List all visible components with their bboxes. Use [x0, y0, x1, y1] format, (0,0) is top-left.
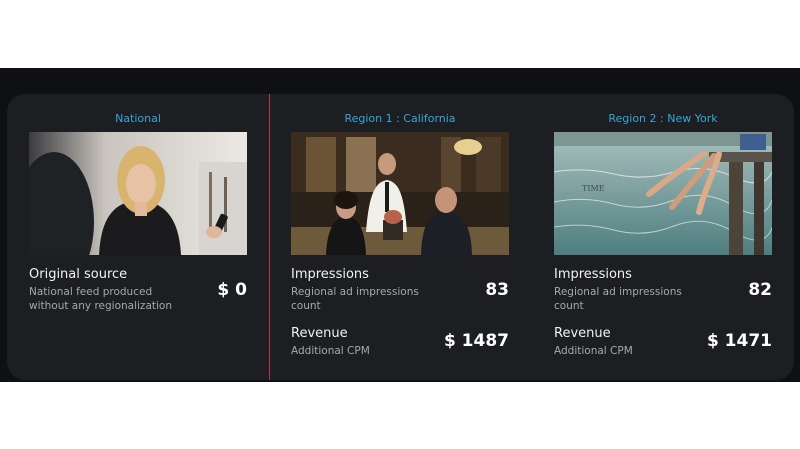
region-2-video-thumbnail[interactable]: TIME	[554, 132, 772, 255]
region-2-title: Region 2 : New York	[608, 112, 718, 125]
original-source-description: National feed produced without any regio…	[29, 286, 172, 312]
region-1-revenue-label: Revenue	[291, 326, 348, 341]
region-2-impressions-description: Regional ad impressions count	[554, 286, 682, 312]
national-title: National	[115, 112, 161, 125]
column-divider	[269, 94, 270, 380]
woman-with-phone-image	[29, 132, 247, 255]
region-1-impressions-description: Regional ad impressions count	[291, 286, 419, 312]
original-source-value: $ 0	[217, 280, 247, 300]
region-2-revenue-description: Additional CPM	[554, 345, 633, 357]
region-1-impressions-label: Impressions	[291, 267, 369, 282]
region-1-revenue-value: $ 1487	[443, 331, 509, 351]
region-1-impressions-value: 83	[485, 280, 509, 300]
region-1-title: Region 1 : California	[344, 112, 456, 125]
region-2-revenue-label: Revenue	[554, 326, 611, 341]
restaurant-scene-image	[291, 132, 509, 255]
time-watermark-text: TIME	[582, 184, 605, 193]
region-2-revenue-value: $ 1471	[706, 331, 772, 351]
region-1-video-thumbnail[interactable]	[291, 132, 509, 255]
national-video-thumbnail[interactable]	[29, 132, 247, 255]
region-1-revenue-description: Additional CPM	[291, 345, 370, 357]
dock-over-water-image	[554, 132, 772, 255]
region-2-impressions-value: 82	[748, 280, 772, 300]
region-2-impressions-label: Impressions	[554, 267, 632, 282]
original-source-label: Original source	[29, 267, 128, 282]
